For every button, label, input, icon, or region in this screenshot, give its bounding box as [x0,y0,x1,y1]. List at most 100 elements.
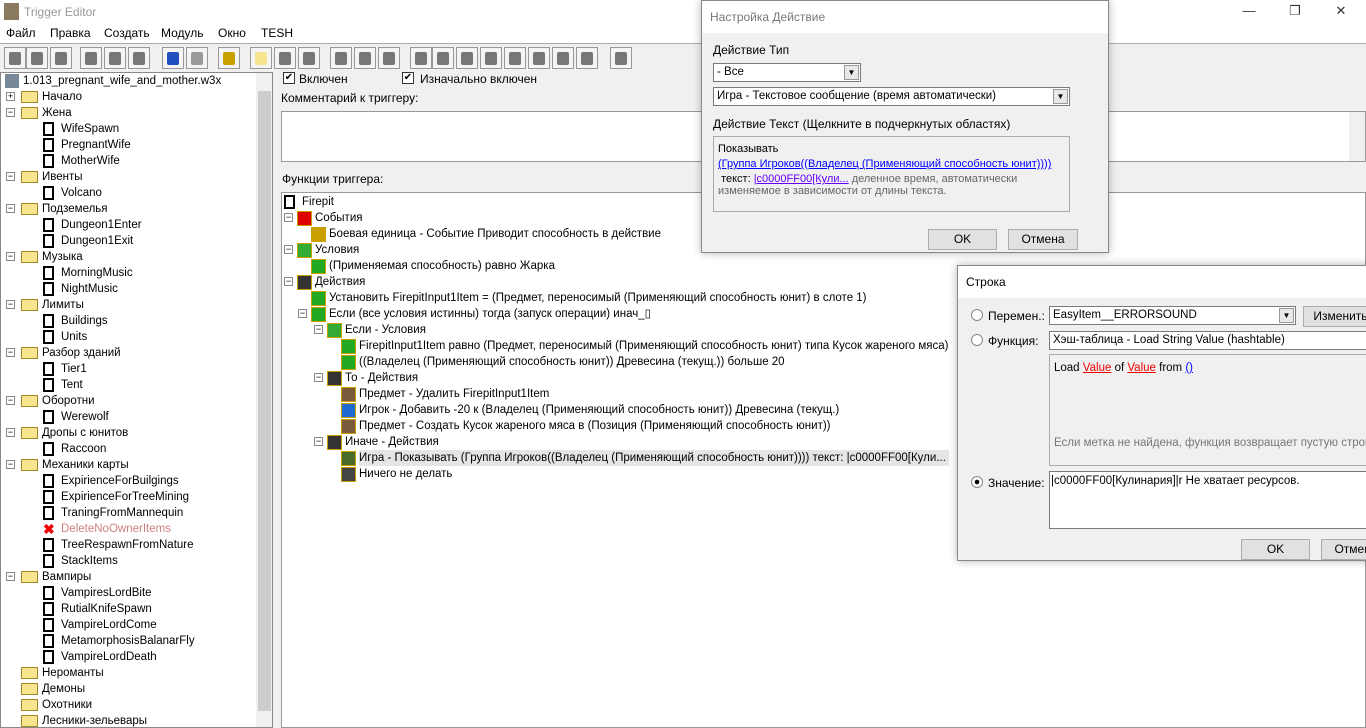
chevron-down-icon[interactable]: ▼ [844,65,859,80]
tree-trigger[interactable]: Volcano [1,185,256,201]
collapse-icon[interactable]: − [6,460,15,469]
toolbar-object-button[interactable] [552,47,574,69]
menu-module[interactable]: Модуль [161,26,204,40]
tree-folder[interactable]: − Механики карты [1,457,256,473]
tree-folder[interactable]: − Ивенты [1,169,256,185]
tree-trigger[interactable]: MetamorphosisBalanarFly [1,633,256,649]
variable-radio[interactable] [971,309,983,321]
collapse-icon[interactable]: − [6,172,15,181]
ok-button[interactable]: OK [1241,539,1310,560]
collapse-icon[interactable]: − [284,245,293,254]
toolbar-new-category-button[interactable] [250,47,272,69]
hashtable-link[interactable]: () [1185,362,1193,374]
tree-folder[interactable]: Демоны [1,681,256,697]
menu-edit[interactable]: Правка [50,26,91,40]
tree-trigger[interactable]: Tent [1,377,256,393]
menu-tesh[interactable]: TESH [261,26,293,40]
function-select[interactable]: Хэш-таблица - Load String Value (hashtab… [1049,331,1366,350]
comment-scrollbar[interactable] [1349,112,1365,161]
toolbar-save-button[interactable] [50,47,72,69]
ok-button[interactable]: OK [928,229,997,250]
tree-folder[interactable]: Нероманты [1,665,256,681]
tree-folder[interactable]: − Лимиты [1,297,256,313]
menu-window[interactable]: Окно [218,26,246,40]
tree-trigger[interactable]: PregnantWife [1,137,256,153]
category-select[interactable]: - Все ▼ [713,63,861,82]
tree-trigger[interactable]: ExpirienceForTreeMining [1,489,256,505]
tree-folder[interactable]: − Подземелья [1,201,256,217]
maximize-button[interactable]: ❐ [1272,0,1318,24]
collapse-icon[interactable]: − [6,348,15,357]
tree-folder[interactable]: − Оборотни [1,393,256,409]
toolbar-new-condition-button[interactable] [354,47,376,69]
collapse-icon[interactable]: − [6,396,15,405]
tree-trigger[interactable]: Dungeon1Enter [1,217,256,233]
tree-trigger[interactable]: TreeRespawnFromNature [1,537,256,553]
toolbar-unit-button[interactable] [480,47,502,69]
collapse-icon[interactable]: − [298,309,307,318]
tree-trigger[interactable]: Tier1 [1,361,256,377]
toolbar-variables-button[interactable] [218,47,240,69]
value-radio[interactable] [971,476,983,488]
menu-create[interactable]: Создать [104,26,150,40]
collapse-icon[interactable]: − [314,373,323,382]
tree-folder[interactable]: Лесники-зельевары [1,713,256,727]
tree-trigger[interactable]: Werewolf [1,409,256,425]
toolbar-undo-button[interactable] [162,47,184,69]
tree-folder[interactable]: − Вампиры [1,569,256,585]
function-radio[interactable] [971,334,983,346]
expand-icon[interactable]: + [6,92,15,101]
chevron-down-icon[interactable]: ▼ [1279,308,1294,323]
cancel-button[interactable]: Отмена [1008,229,1078,250]
tree-trigger[interactable]: Raccoon [1,441,256,457]
tree-trigger[interactable]: WifeSpawn [1,121,256,137]
toolbar-terrain-button[interactable] [410,47,432,69]
toolbar-new-trigger-button[interactable] [274,47,296,69]
tree-trigger[interactable]: MotherWife [1,153,256,169]
tree-trigger[interactable]: MorningMusic [1,265,256,281]
tree-scroll-thumb[interactable] [258,91,271,711]
toolbar-redo-button[interactable] [186,47,208,69]
checkbox-box[interactable]: ✔ [283,72,295,84]
toolbar-sound-button[interactable] [456,47,478,69]
toolbar-text-button[interactable] [432,47,454,69]
tree-folder[interactable]: + Начало [1,89,256,105]
toolbar-copy-button[interactable] [104,47,126,69]
toolbar-new-comment-button[interactable] [298,47,320,69]
toolbar-item-button[interactable] [504,47,526,69]
tree-trigger[interactable]: NightMusic [1,281,256,297]
tree-trigger[interactable]: Units [1,329,256,345]
toolbar-paste-button[interactable] [128,47,150,69]
toolbar-import-button[interactable] [576,47,598,69]
value-link[interactable]: Value [1083,362,1112,374]
tree-trigger[interactable]: Dungeon1Exit [1,233,256,249]
trigger-tree[interactable]: 1.013_pregnant_wife_and_mother.w3x + Нача… [0,72,273,728]
toolbar-new-button[interactable] [4,47,26,69]
collapse-icon[interactable]: − [6,428,15,437]
tree-trigger[interactable]: RutialKnifeSpawn [1,601,256,617]
tree-trigger[interactable]: Buildings [1,313,256,329]
checkbox-box[interactable]: ✔ [402,72,414,84]
tree-trigger[interactable]: TraningFromMannequin [1,505,256,521]
tree-trigger[interactable]: VampiresLordBite [1,585,256,601]
tree-folder[interactable]: − Музыка [1,249,256,265]
tree-folder[interactable]: − Жена [1,105,256,121]
collapse-icon[interactable]: − [6,204,15,213]
map-root[interactable]: 1.013_pregnant_wife_and_mother.w3x [5,73,221,89]
close-button[interactable]: ✕ [1318,0,1364,24]
collapse-icon[interactable]: − [6,252,15,261]
cancel-button[interactable]: Отмена [1321,539,1366,560]
collapse-icon[interactable]: − [314,325,323,334]
value-input[interactable]: |c0000FF00[Кулинария]|r Не хватает ресур… [1049,471,1366,529]
menu-file[interactable]: Файл [6,26,36,40]
tree-trigger[interactable]: VampireLordDeath [1,649,256,665]
collapse-icon[interactable]: − [314,437,323,446]
collapse-icon[interactable]: − [6,108,15,117]
minimize-button[interactable]: — [1226,0,1272,24]
toolbar-test-button[interactable] [610,47,632,69]
value-link[interactable]: Value [1127,362,1156,374]
tree-trigger[interactable]: ExpirienceForBuilgings [1,473,256,489]
toolbar-new-action-button[interactable] [378,47,400,69]
player-group-link[interactable]: (Группа Игроков((Владелец (Применяющий с… [718,158,1051,170]
tree-folder[interactable]: Охотники [1,697,256,713]
